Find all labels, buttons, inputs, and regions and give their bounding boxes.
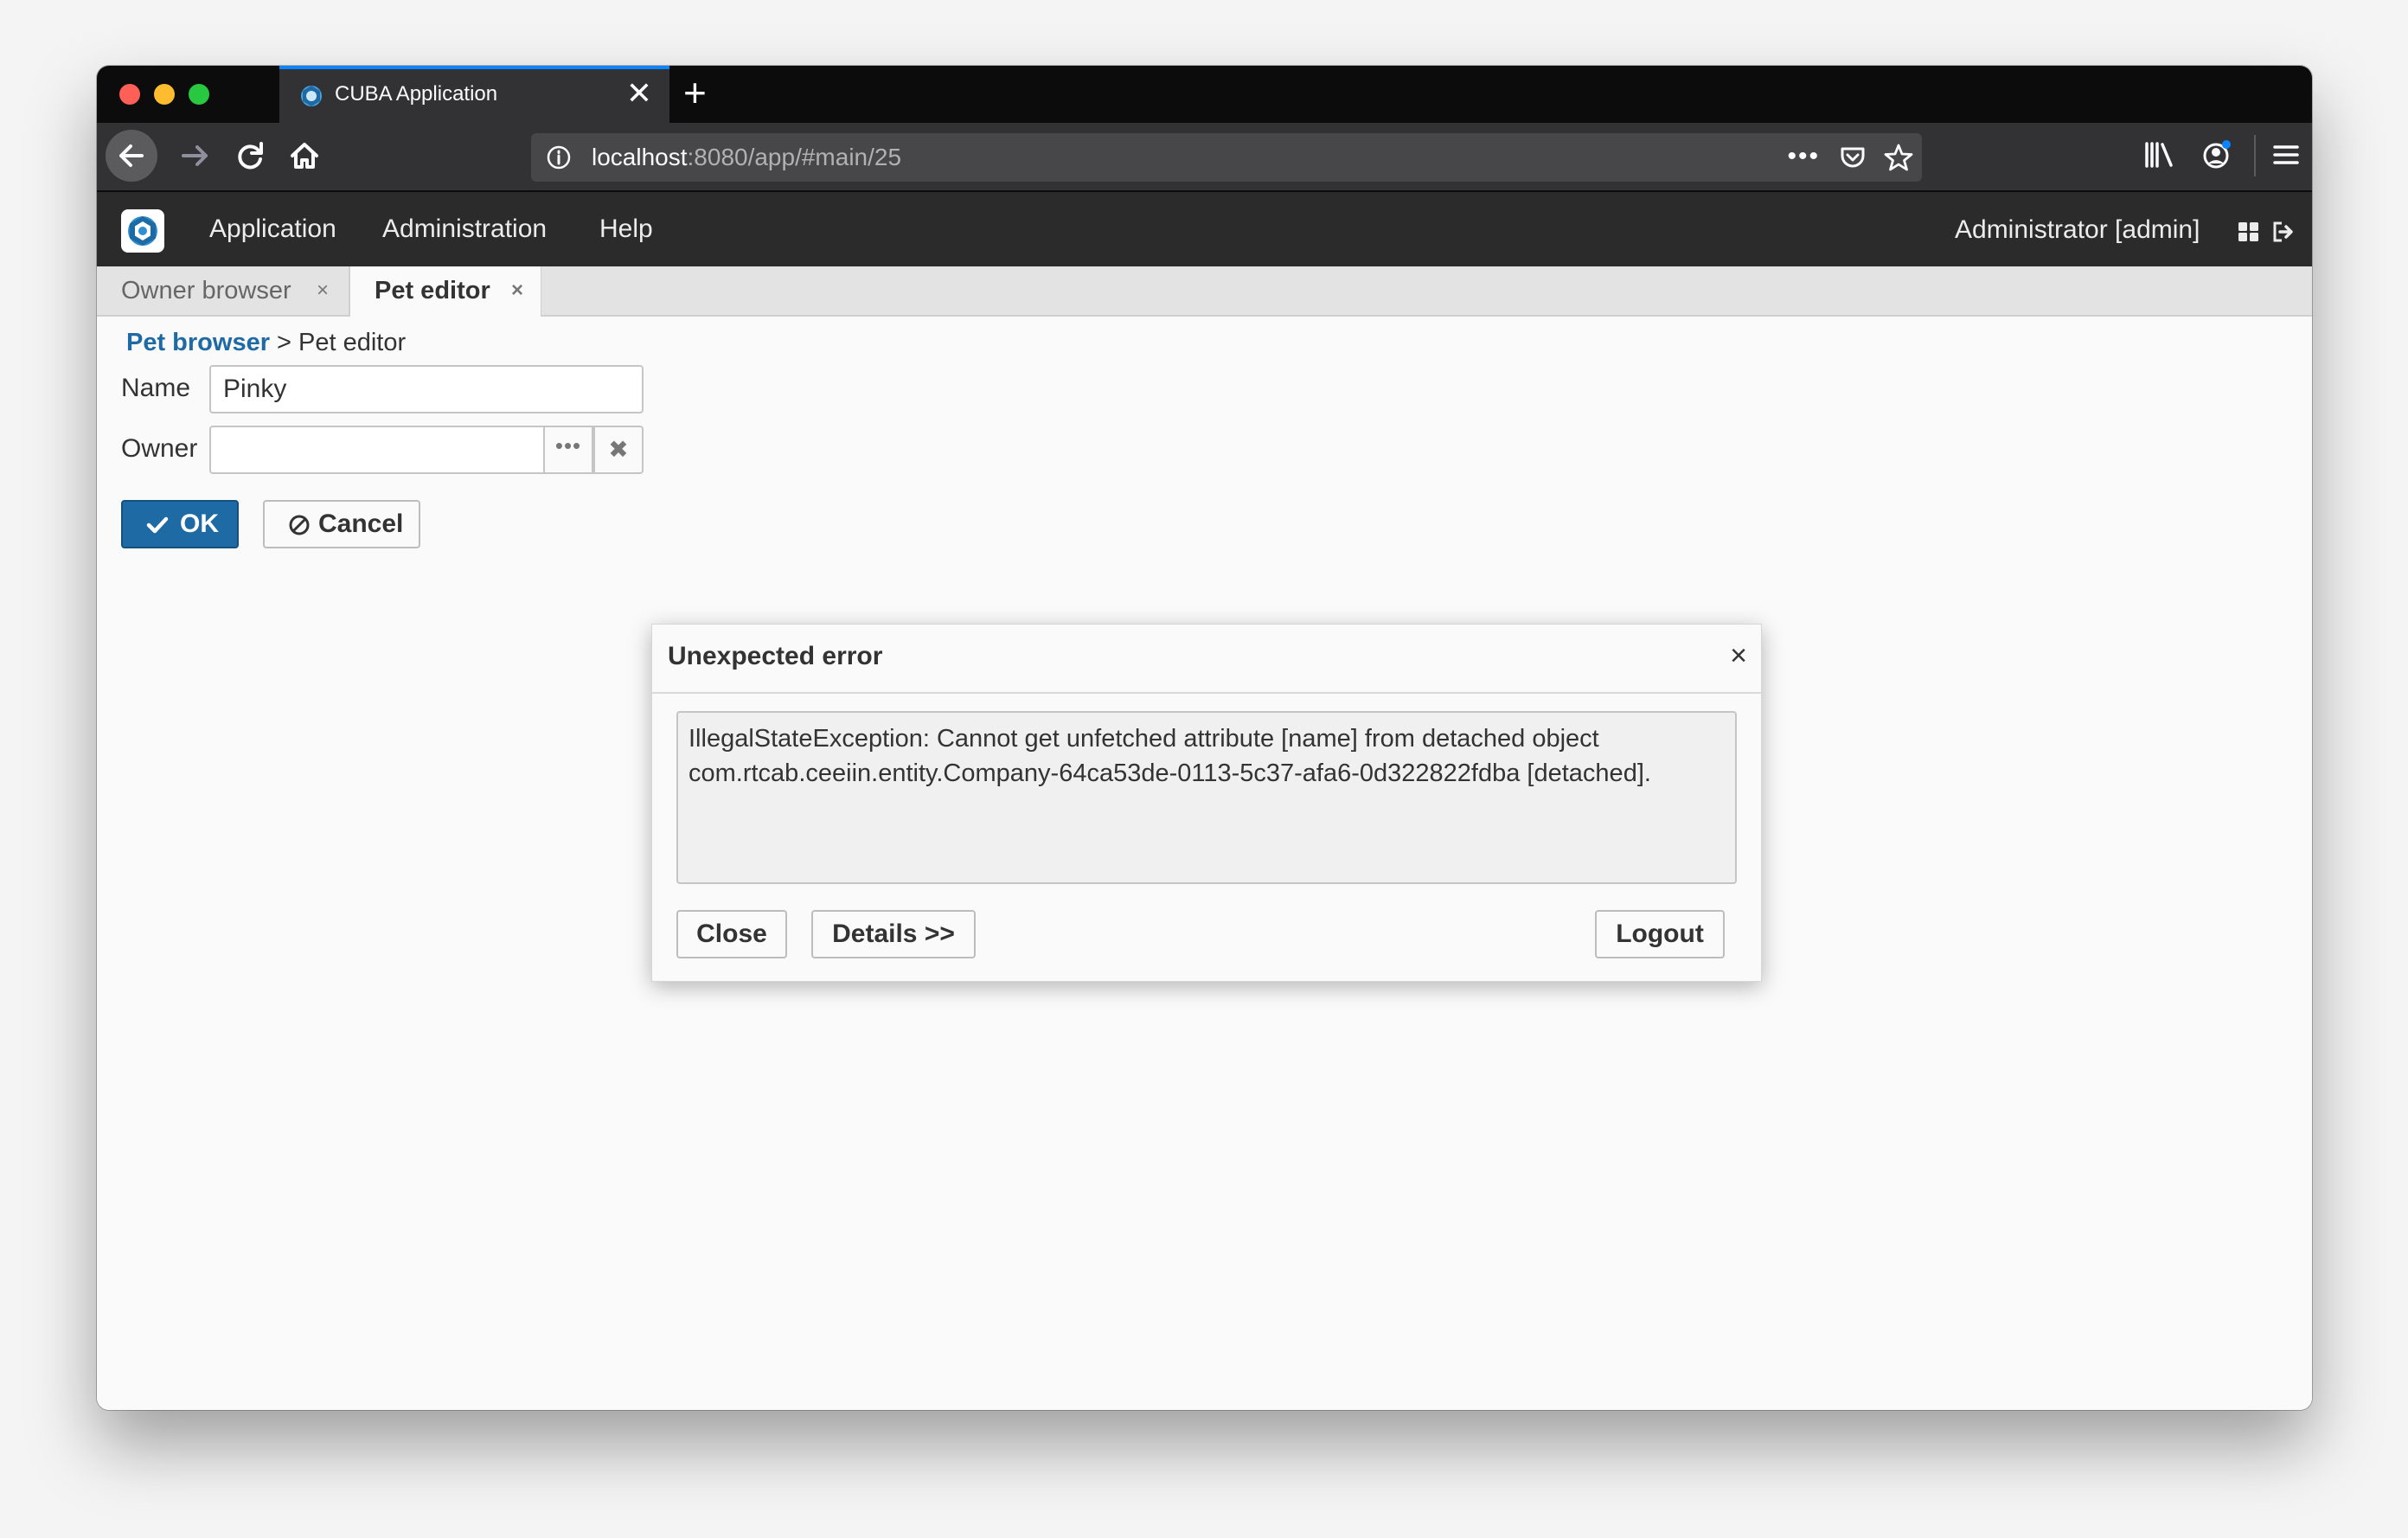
- app-header: Application Administration Help Administ…: [97, 192, 2312, 266]
- tab-label: Pet editor: [375, 277, 490, 304]
- close-icon[interactable]: ×: [1730, 638, 1747, 673]
- error-message[interactable]: IllegalStateException: Cannot get unfetc…: [676, 711, 1737, 884]
- browser-window: CUBA Application ✕ + localhost:8080/app/: [97, 66, 2312, 1410]
- tab-label: Owner browser: [121, 277, 291, 304]
- home-icon[interactable]: [282, 133, 327, 178]
- cancel-label: Cancel: [318, 509, 404, 538]
- menu-help[interactable]: Help: [599, 215, 653, 244]
- breadcrumb-link[interactable]: Pet browser: [126, 329, 270, 357]
- window-zoom-button[interactable]: [189, 84, 209, 105]
- hamburger-menu-icon[interactable]: [2266, 135, 2306, 175]
- tab-pet-editor[interactable]: Pet editor ×: [349, 266, 541, 318]
- tab-owner-browser[interactable]: Owner browser ×: [97, 266, 349, 317]
- ban-icon: [289, 515, 310, 535]
- browser-nav-bar: localhost:8080/app/#main/25 •••: [97, 123, 2312, 192]
- breadcrumb-current: > Pet editor: [277, 329, 407, 356]
- check-icon: [146, 516, 169, 534]
- owner-field[interactable]: [209, 426, 545, 474]
- owner-clear-button[interactable]: ✖: [593, 426, 644, 474]
- library-icon[interactable]: [2140, 135, 2180, 175]
- name-field[interactable]: [209, 365, 644, 413]
- logout-icon[interactable]: [2271, 220, 2296, 244]
- browser-tab-active[interactable]: CUBA Application ✕: [279, 66, 669, 123]
- window-close-button[interactable]: [119, 84, 140, 105]
- more-icon[interactable]: •••: [1787, 142, 1820, 171]
- close-icon[interactable]: ✕: [626, 78, 652, 109]
- screen-tab-bar: Owner browser × Pet editor ×: [97, 266, 2312, 318]
- url-host: localhost: [592, 144, 688, 170]
- close-icon[interactable]: ×: [317, 266, 329, 315]
- forward-arrow-icon[interactable]: [173, 133, 218, 178]
- close-icon[interactable]: ×: [511, 266, 523, 315]
- cuba-favicon-icon: [301, 86, 322, 106]
- error-dialog: Unexpected error × IllegalStateException…: [651, 624, 1762, 982]
- browser-tab-strip: CUBA Application ✕ +: [97, 66, 2312, 123]
- close-button[interactable]: Close: [676, 910, 787, 958]
- details-button[interactable]: Details >>: [811, 910, 976, 958]
- account-icon[interactable]: [2197, 135, 2237, 175]
- dialog-header: Unexpected error ×: [652, 625, 1761, 694]
- toolbar-separator: [2254, 135, 2256, 176]
- logout-button[interactable]: Logout: [1595, 910, 1725, 958]
- back-button[interactable]: [106, 130, 157, 182]
- info-icon[interactable]: [545, 144, 573, 171]
- pocket-icon[interactable]: [1837, 142, 1868, 173]
- star-icon[interactable]: [1882, 141, 1915, 174]
- ok-label: OK: [180, 509, 219, 538]
- app-logo[interactable]: [121, 209, 164, 253]
- window-minimize-button[interactable]: [154, 84, 175, 105]
- ok-button[interactable]: OK: [121, 500, 239, 548]
- url-text[interactable]: localhost:8080/app/#main/25: [592, 144, 901, 170]
- cuba-logo-icon: [128, 216, 157, 246]
- current-user[interactable]: Administrator [admin]: [1955, 215, 2200, 245]
- back-arrow-icon: [119, 144, 144, 167]
- url-bar[interactable]: localhost:8080/app/#main/25 •••: [531, 133, 1922, 182]
- reload-icon[interactable]: [228, 133, 273, 178]
- menu-application[interactable]: Application: [209, 215, 336, 244]
- url-path: :8080/app/#main/25: [687, 144, 902, 170]
- cancel-button[interactable]: Cancel: [263, 500, 420, 548]
- grid-icon[interactable]: [2237, 220, 2261, 244]
- plus-icon[interactable]: +: [683, 73, 707, 112]
- dialog-title: Unexpected error: [668, 642, 883, 670]
- owner-label: Owner: [121, 434, 198, 463]
- menu-administration[interactable]: Administration: [382, 215, 547, 244]
- name-label: Name: [121, 374, 191, 402]
- browser-tab-title: CUBA Application: [335, 82, 498, 106]
- owner-lookup-button[interactable]: •••: [543, 426, 593, 474]
